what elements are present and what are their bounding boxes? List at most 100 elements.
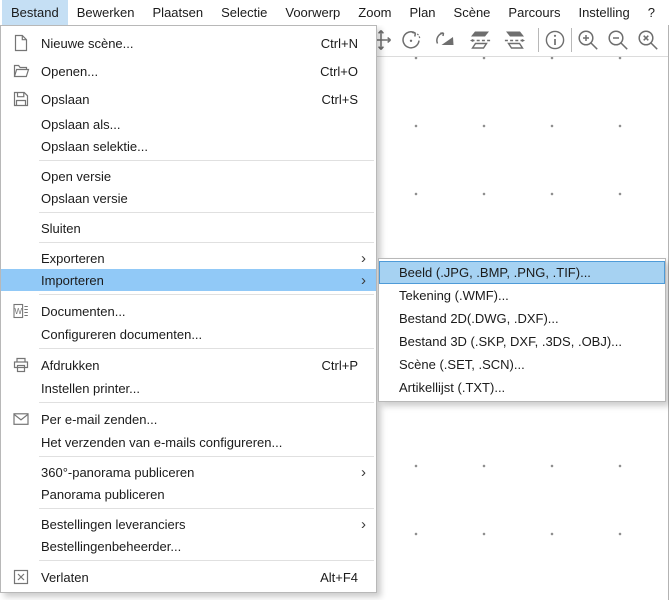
- menu-item-label: Openen...: [41, 64, 320, 79]
- zoom-reset-icon: [636, 28, 660, 52]
- submenu-item-bestand-2d[interactable]: Bestand 2D(.DWG, .DXF)...: [379, 307, 665, 330]
- menubar-item-parcours[interactable]: Parcours: [499, 0, 569, 25]
- menu-item-verlaten[interactable]: Verlaten Alt+F4: [1, 565, 376, 589]
- menu-item-label: Opslaan: [41, 92, 322, 107]
- menu-separator: [39, 560, 374, 561]
- menu-item-openen[interactable]: Openen... Ctrl+O: [1, 57, 376, 85]
- exit-icon: [1, 568, 41, 586]
- menubar-item-voorwerp[interactable]: Voorwerp: [276, 0, 349, 25]
- menubar-item-zoom[interactable]: Zoom: [349, 0, 400, 25]
- menu-item-bestellingenbeheerder[interactable]: Bestellingenbeheerder...: [1, 535, 376, 557]
- zoom-in-icon: [576, 28, 600, 52]
- submenu-item-scene[interactable]: Scène (.SET, .SCN)...: [379, 353, 665, 376]
- submenu-item-artikellijst[interactable]: Artikellijst (.TXT)...: [379, 376, 665, 399]
- menu-item-label: Bestellingenbeheerder...: [41, 539, 366, 554]
- zoom-out-icon: [606, 28, 630, 52]
- menu-item-afdrukken[interactable]: Afdrukken Ctrl+P: [1, 353, 376, 377]
- submenu-item-label: Tekening (.WMF)...: [399, 288, 509, 303]
- menubar-item-plan[interactable]: Plan: [401, 0, 445, 25]
- import-submenu: Beeld (.JPG, .BMP, .PNG, .TIF)... Tekeni…: [378, 258, 666, 402]
- menu-separator: [39, 402, 374, 403]
- menu-item-label: 360°-panorama publiceren: [41, 465, 354, 480]
- menu-item-label: Configureren documenten...: [41, 327, 366, 342]
- menu-item-opslaan-als[interactable]: Opslaan als...: [1, 113, 376, 135]
- menu-item-opslaan-selektie[interactable]: Opslaan selektie...: [1, 135, 376, 157]
- menu-separator: [39, 294, 374, 295]
- toolbar-separator: [571, 28, 572, 52]
- submenu-item-tekening[interactable]: Tekening (.WMF)...: [379, 284, 665, 307]
- menu-item-bestellingen-leveranciers[interactable]: Bestellingen leveranciers ›: [1, 513, 376, 535]
- level-slab-down-button[interactable]: [467, 27, 493, 53]
- menubar-item-bestand[interactable]: Bestand: [2, 0, 68, 25]
- submenu-item-label: Bestand 2D(.DWG, .DXF)...: [399, 311, 559, 326]
- menu-item-label: Bestellingen leveranciers: [41, 517, 354, 532]
- menu-bar: Bestand Bewerken Plaatsen Selectie Voorw…: [0, 0, 669, 25]
- zoom-in-button[interactable]: [575, 27, 601, 53]
- word-document-icon: W: [1, 302, 41, 320]
- menu-item-configureren-documenten[interactable]: Configureren documenten...: [1, 323, 376, 345]
- new-document-icon: [1, 34, 41, 52]
- svg-text:W: W: [15, 307, 23, 316]
- menu-item-nieuwe-scene[interactable]: Nieuwe scène... Ctrl+N: [1, 29, 376, 57]
- menu-item-label: Nieuwe scène...: [41, 36, 321, 51]
- menubar-item-instelling[interactable]: Instelling: [569, 0, 638, 25]
- submenu-arrow-icon: ›: [354, 251, 366, 266]
- rotate-icon: [399, 28, 423, 52]
- info-button[interactable]: [542, 27, 568, 53]
- menu-item-shortcut: Alt+F4: [320, 570, 366, 585]
- menu-item-label: Verlaten: [41, 570, 320, 585]
- submenu-arrow-icon: ›: [354, 517, 366, 532]
- menu-separator: [39, 348, 374, 349]
- zoom-reset-button[interactable]: [635, 27, 661, 53]
- open-folder-icon: [1, 62, 41, 80]
- menu-separator: [39, 160, 374, 161]
- menu-separator: [39, 212, 374, 213]
- menu-item-label: Documenten...: [41, 304, 366, 319]
- menu-separator: [39, 508, 374, 509]
- menu-item-label: Exporteren: [41, 251, 354, 266]
- rotate-to-plane-button[interactable]: [432, 27, 458, 53]
- save-floppy-icon: [1, 90, 41, 108]
- info-icon: [543, 28, 567, 52]
- submenu-item-bestand-3d[interactable]: Bestand 3D (.SKP, DXF, .3DS, .OBJ)...: [379, 330, 665, 353]
- menu-item-open-versie[interactable]: Open versie: [1, 165, 376, 187]
- menu-item-label: Het verzenden van e-mails configureren..…: [41, 435, 366, 450]
- menu-item-opslaan[interactable]: Opslaan Ctrl+S: [1, 85, 376, 113]
- menu-item-email-configureren[interactable]: Het verzenden van e-mails configureren..…: [1, 431, 376, 453]
- submenu-arrow-icon: ›: [354, 273, 366, 288]
- rotate-button[interactable]: [398, 27, 424, 53]
- menu-item-shortcut: Ctrl+P: [322, 358, 366, 373]
- menu-item-shortcut: Ctrl+S: [322, 92, 366, 107]
- menu-item-label: Open versie: [41, 169, 366, 184]
- menu-item-panorama-publiceren[interactable]: Panorama publiceren: [1, 483, 376, 505]
- submenu-item-label: Bestand 3D (.SKP, DXF, .3DS, .OBJ)...: [399, 334, 622, 349]
- menu-item-label: Opslaan versie: [41, 191, 366, 206]
- menubar-item-scene[interactable]: Scène: [445, 0, 500, 25]
- printer-icon: [1, 356, 41, 374]
- menu-item-label: Afdrukken: [41, 358, 322, 373]
- menu-item-label: Importeren: [41, 273, 354, 288]
- submenu-item-label: Scène (.SET, .SCN)...: [399, 357, 525, 372]
- menu-item-per-email-zenden[interactable]: Per e-mail zenden...: [1, 407, 376, 431]
- menu-item-instellen-printer[interactable]: Instellen printer...: [1, 377, 376, 399]
- submenu-item-beeld[interactable]: Beeld (.JPG, .BMP, .PNG, .TIF)...: [379, 261, 665, 284]
- menubar-item-selectie[interactable]: Selectie: [212, 0, 276, 25]
- menu-item-opslaan-versie[interactable]: Opslaan versie: [1, 187, 376, 209]
- menu-separator: [39, 456, 374, 457]
- envelope-icon: [1, 410, 41, 428]
- menu-item-shortcut: Ctrl+N: [321, 36, 366, 51]
- menu-item-exporteren[interactable]: Exporteren ›: [1, 247, 376, 269]
- menubar-item-plaatsen[interactable]: Plaatsen: [144, 0, 213, 25]
- menubar-item-help[interactable]: ?: [639, 0, 664, 25]
- menu-item-label: Instellen printer...: [41, 381, 366, 396]
- menu-item-importeren[interactable]: Importeren ›: [1, 269, 376, 291]
- menu-item-sluiten[interactable]: Sluiten: [1, 217, 376, 239]
- zoom-out-button[interactable]: [605, 27, 631, 53]
- menu-item-shortcut: Ctrl+O: [320, 64, 366, 79]
- menubar-item-bewerken[interactable]: Bewerken: [68, 0, 144, 25]
- menu-item-documenten[interactable]: W Documenten...: [1, 299, 376, 323]
- menu-item-label: Sluiten: [41, 221, 366, 236]
- level-slab-up-button[interactable]: [502, 27, 528, 53]
- submenu-arrow-icon: ›: [354, 465, 366, 480]
- menu-item-360-panorama-publiceren[interactable]: 360°-panorama publiceren ›: [1, 461, 376, 483]
